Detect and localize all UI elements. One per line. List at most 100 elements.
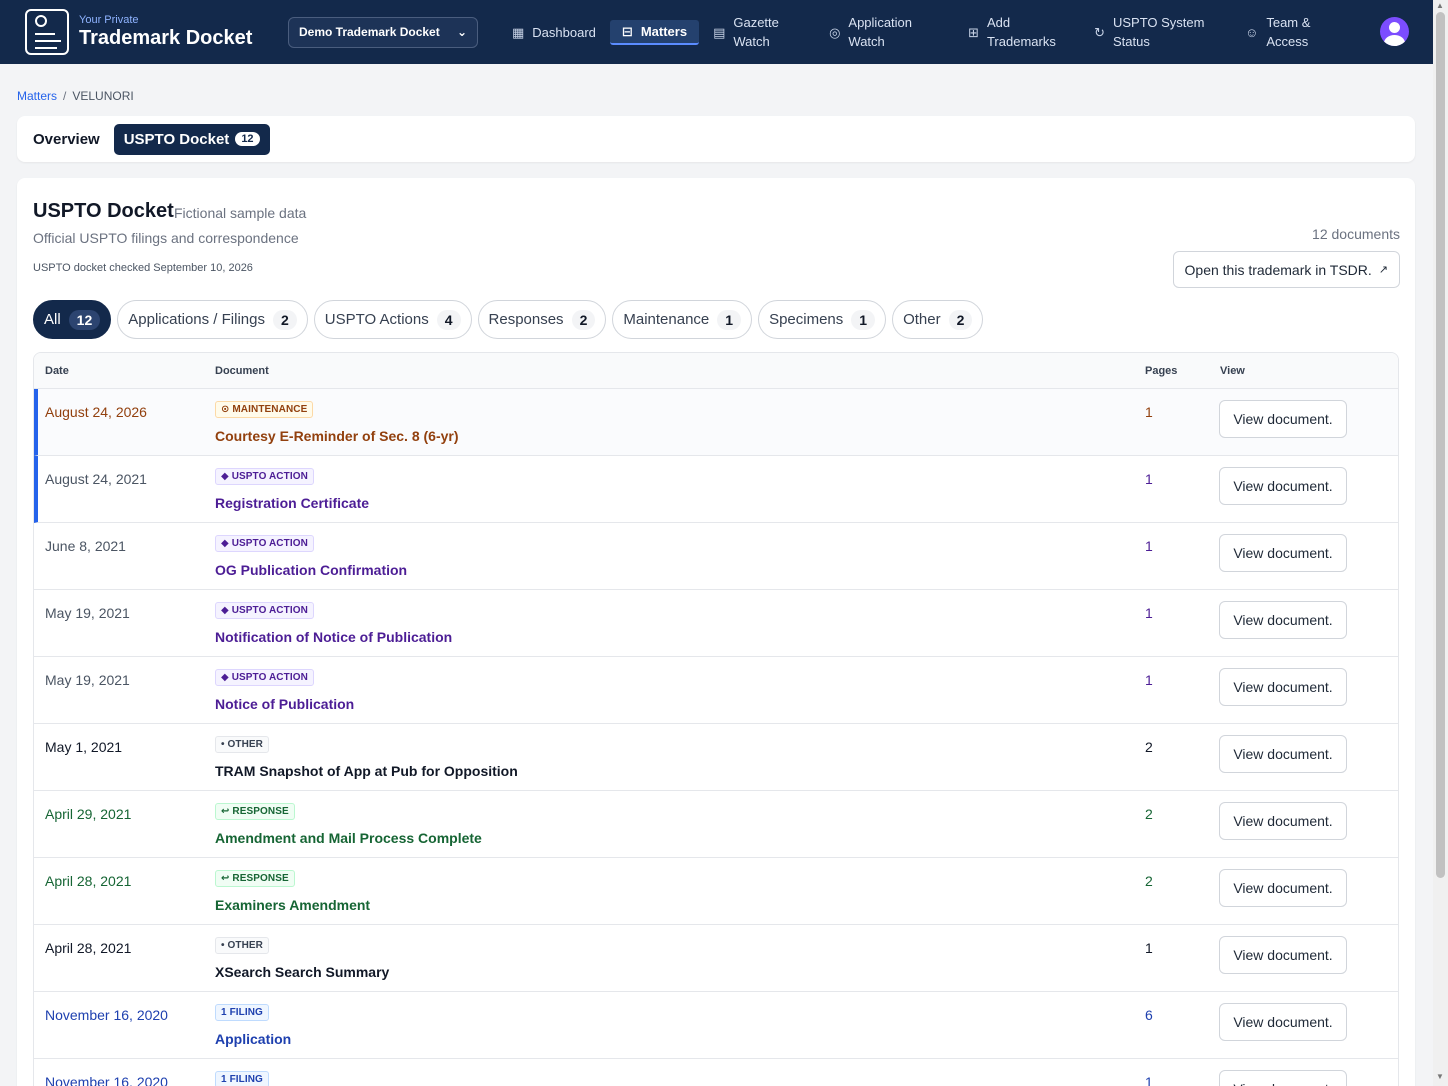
row-pages: 1: [1145, 1074, 1153, 1086]
scroll-down-icon[interactable]: ▼: [1436, 1072, 1444, 1081]
docket-checked-date: USPTO docket checked September 10, 2026: [33, 262, 253, 274]
document-title-link[interactable]: Amendment and Mail Process Complete: [215, 830, 482, 846]
view-document-button[interactable]: View document.: [1219, 467, 1347, 505]
newspaper-icon: ▤: [713, 24, 726, 40]
filter-chip-label: Applications / Filings: [128, 311, 265, 328]
breadcrumb-matters-link[interactable]: Matters: [17, 89, 57, 103]
badge-label: FILING: [229, 1074, 263, 1085]
filter-chip-all[interactable]: All 12: [33, 300, 112, 339]
filter-chip-applications-filings[interactable]: Applications / Filings 2: [117, 300, 308, 339]
row-date: November 16, 2020: [45, 1007, 168, 1023]
tab-overview[interactable]: Overview: [33, 131, 100, 148]
table-row: April 28, 2021 ↩ RESPONSE Examiners Amendm…: [34, 858, 1398, 925]
table-row: May 19, 2021 ◆ USPTO ACTION Notification o…: [34, 590, 1398, 657]
badge-label: RESPONSE: [232, 806, 289, 817]
user-avatar[interactable]: [1380, 17, 1409, 46]
nav-dashboard[interactable]: ▦ Dashboard: [512, 23, 596, 42]
badge-label: USPTO ACTION: [231, 605, 308, 616]
row-pages: 6: [1145, 1007, 1153, 1023]
document-type-badge: ◆ USPTO ACTION: [215, 468, 314, 485]
scroll-up-icon[interactable]: ▲: [1436, 1, 1444, 10]
table-row: August 24, 2026 ⊙ MAINTENANCE Courtesy E-R…: [34, 389, 1398, 456]
view-document-button[interactable]: View document.: [1219, 534, 1347, 572]
nav-gazette-watch[interactable]: ▤ Gazette Watch: [713, 13, 829, 51]
row-pages: 1: [1145, 672, 1153, 688]
badge-label: FILING: [229, 1007, 263, 1018]
nav-uspto-system-status[interactable]: ↻ USPTO System Status: [1094, 13, 1245, 51]
view-document-button[interactable]: View document.: [1219, 601, 1347, 639]
table-row: April 28, 2021 • OTHER XSearch Search Summ…: [34, 925, 1398, 992]
badge-icon: 1: [221, 1007, 227, 1018]
table-row: May 1, 2021 • OTHER TRAM Snapshot of App a…: [34, 724, 1398, 791]
row-date: April 28, 2021: [45, 940, 132, 956]
filter-chip-uspto-actions[interactable]: USPTO Actions 4: [313, 300, 472, 339]
filter-chip-count: 2: [948, 309, 973, 330]
row-pages: 1: [1145, 940, 1153, 956]
document-title-link[interactable]: Notification of Notice of Publication: [215, 629, 452, 645]
filter-chip-count: 1: [851, 309, 876, 330]
document-title-link[interactable]: Registration Certificate: [215, 495, 369, 511]
badge-label: USPTO ACTION: [231, 471, 308, 482]
view-document-button[interactable]: View document.: [1219, 802, 1347, 840]
row-date: May 19, 2021: [45, 672, 130, 688]
document-type-badge: 1 FILING: [215, 1071, 269, 1086]
header-document: Document: [215, 365, 269, 377]
filter-chip-count: 1: [717, 309, 742, 330]
document-type-badge: ↩ RESPONSE: [215, 870, 295, 887]
docket-select[interactable]: Demo Trademark Docket ⌄: [288, 16, 478, 48]
badge-icon: ◆: [221, 538, 229, 549]
table-row: August 24, 2021 ◆ USPTO ACTION Registratio…: [34, 456, 1398, 523]
view-document-button[interactable]: View document.: [1219, 1070, 1347, 1086]
nav-matters[interactable]: ⊟ Matters: [609, 19, 700, 45]
document-title-link[interactable]: Application: [215, 1031, 291, 1047]
document-type-badge: ↩ RESPONSE: [215, 803, 295, 820]
main-nav: ▦ Dashboard ⊟ Matters ▤ Gazette Watch ◎ A…: [512, 0, 1310, 64]
document-title-link[interactable]: Examiners Amendment: [215, 897, 370, 913]
scroll-thumb[interactable]: [1436, 12, 1445, 878]
nav-gazette-label-2: Watch: [733, 34, 770, 49]
document-title-link[interactable]: OG Publication Confirmation: [215, 562, 407, 578]
breadcrumb-separator: /: [63, 89, 67, 103]
row-pages: 2: [1145, 806, 1153, 822]
nav-team-access[interactable]: ☺ Team & Access: [1245, 13, 1310, 51]
user-icon: ☺: [1245, 24, 1259, 40]
brand-tagline: Your Private: [79, 14, 139, 26]
nav-add-trademarks[interactable]: ⊞ Add Trademarks: [968, 13, 1094, 51]
tab-uspto-docket[interactable]: USPTO Docket 12: [113, 123, 270, 155]
document-title-link[interactable]: TRAM Snapshot of App at Pub for Oppositi…: [215, 763, 518, 779]
view-document-button[interactable]: View document.: [1219, 735, 1347, 773]
view-document-button[interactable]: View document.: [1219, 869, 1347, 907]
document-title-link[interactable]: Notice of Publication: [215, 696, 354, 712]
header-pages: Pages: [1145, 365, 1178, 377]
row-pages: 1: [1145, 605, 1153, 621]
filter-chip-label: All: [44, 311, 61, 328]
filter-chip-maintenance[interactable]: Maintenance 1: [612, 300, 753, 339]
document-title-link[interactable]: Courtesy E-Reminder of Sec. 8 (6-yr): [215, 428, 459, 444]
badge-icon: ◆: [221, 471, 229, 482]
document-type-badge: ◆ USPTO ACTION: [215, 669, 314, 686]
page-scrollbar[interactable]: ▲ ▼: [1433, 0, 1448, 1086]
document-count: 12 documents: [1312, 226, 1400, 242]
row-pages: 2: [1145, 873, 1153, 889]
table-row: May 19, 2021 ◆ USPTO ACTION Notice of Publ…: [34, 657, 1398, 724]
filter-chip-specimens[interactable]: Specimens 1: [758, 300, 887, 339]
row-date: August 24, 2026: [45, 404, 147, 420]
open-tsdr-label: Open this trademark in TSDR.: [1184, 261, 1372, 278]
filter-chip-count: 2: [571, 309, 596, 330]
document-title-link[interactable]: XSearch Search Summary: [215, 964, 389, 980]
filter-chip-count: 12: [68, 309, 101, 330]
view-document-button[interactable]: View document.: [1219, 936, 1347, 974]
badge-label: OTHER: [227, 739, 263, 750]
header-view: View: [1220, 365, 1245, 377]
brand[interactable]: Your Private Trademark Docket: [25, 9, 285, 55]
header-date: Date: [45, 365, 69, 377]
open-tsdr-button[interactable]: Open this trademark in TSDR. ↗: [1172, 251, 1400, 288]
nav-team-label-1: Team &: [1266, 15, 1311, 30]
filter-chip-other[interactable]: Other 2: [892, 300, 984, 339]
view-document-button[interactable]: View document.: [1219, 400, 1347, 438]
filter-chip-responses[interactable]: Responses 2: [477, 300, 607, 339]
view-document-button[interactable]: View document.: [1219, 668, 1347, 706]
view-document-button[interactable]: View document.: [1219, 1003, 1347, 1041]
nav-application-watch[interactable]: ◎ Application Watch: [829, 13, 968, 51]
badge-label: USPTO ACTION: [231, 672, 308, 683]
